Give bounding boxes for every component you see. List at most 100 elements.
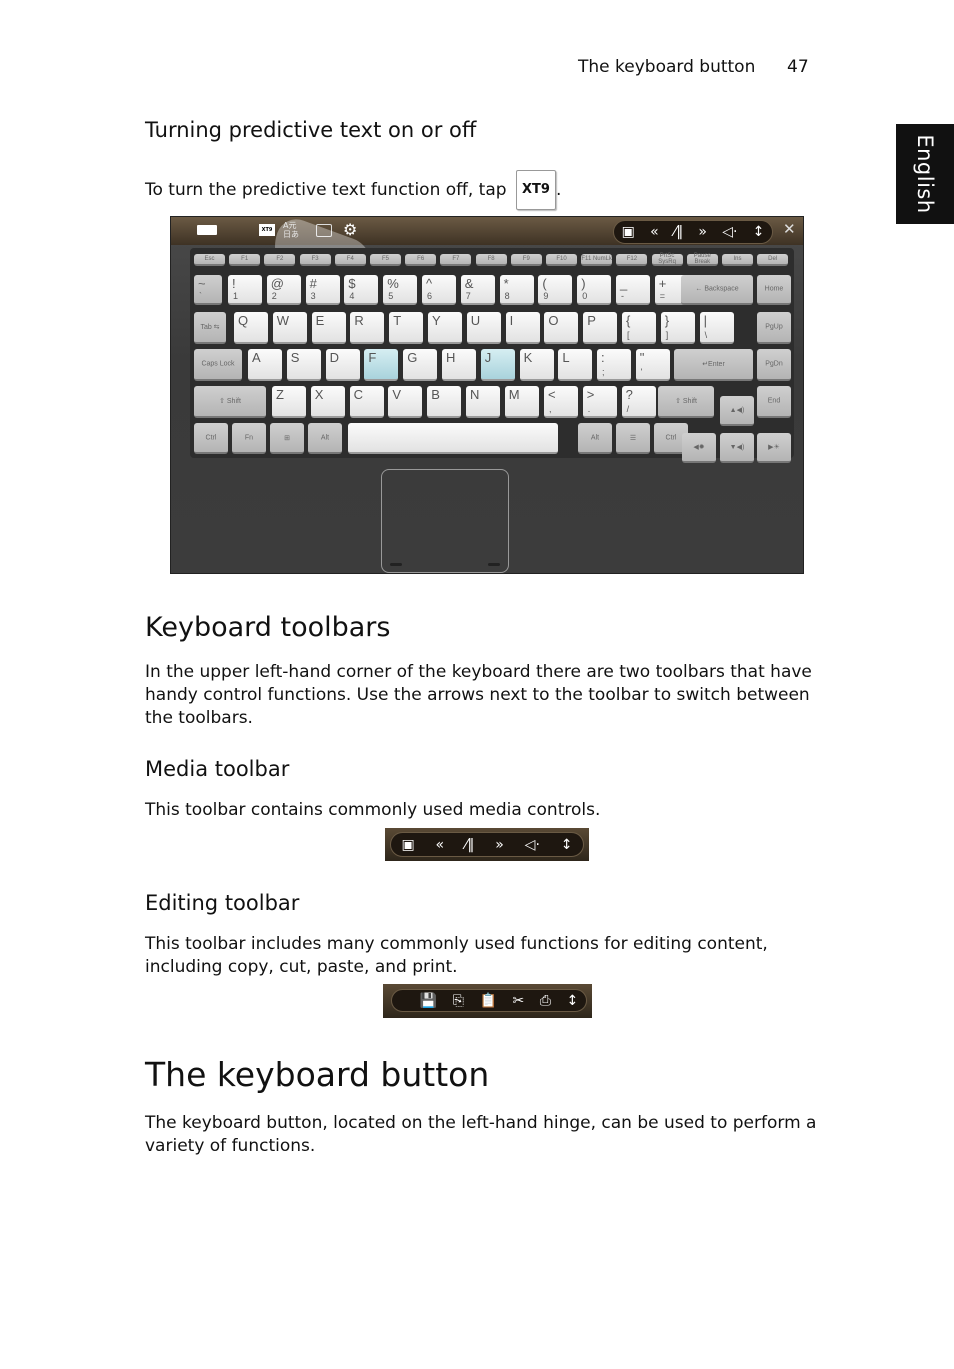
key-f4[interactable]: F4 (334, 254, 366, 266)
key-'[interactable]: " ' (635, 349, 670, 381)
key-ins[interactable]: Ins (722, 254, 753, 266)
key-r[interactable]: R (350, 312, 385, 344)
key-[[interactable]: {[ (622, 312, 656, 344)
key-f8[interactable]: F8 (475, 254, 507, 266)
key-tab[interactable]: Tab ⇆ (194, 312, 226, 344)
xt9-toggle-icon[interactable]: XT9 (259, 224, 275, 236)
key-9[interactable]: (9 (538, 275, 573, 305)
key-f6[interactable]: F6 (405, 254, 437, 266)
key-shift-right[interactable]: ⇧ Shift (658, 386, 714, 418)
key-z[interactable]: Z (272, 386, 306, 418)
key-alt-right[interactable]: Alt (578, 423, 612, 454)
key-enter[interactable]: ↵Enter (674, 349, 753, 381)
key-\[interactable]: | \ (699, 312, 734, 344)
key-shift-left[interactable]: ⇧ Shift (194, 386, 266, 418)
key-menu[interactable]: ☰ (616, 423, 650, 454)
key-t[interactable]: T (389, 312, 424, 344)
key-up[interactable]: ▲◀) (720, 396, 754, 426)
toolbar-switch-arrows-icon: ↕ (560, 836, 573, 853)
key-v[interactable]: V (388, 386, 423, 418)
key-0[interactable]: ) 0 (577, 275, 612, 305)
key-4[interactable]: $4 (344, 275, 379, 305)
key-windows[interactable]: ⊞ (270, 423, 304, 454)
key-5-label: % (387, 276, 399, 291)
key-f2[interactable]: F2 (264, 254, 296, 266)
close-icon[interactable]: ✕ (783, 220, 796, 238)
key-pause[interactable]: Pause Break (686, 253, 718, 266)
key-g[interactable]: G (403, 349, 438, 381)
key-c[interactable]: C (349, 386, 384, 418)
toolbar-switch-arrows-icon[interactable]: ↕ (753, 224, 765, 240)
key-7[interactable]: & 7 (460, 275, 495, 305)
key-home[interactable]: Home (757, 275, 791, 305)
key-2[interactable]: @2 (266, 275, 301, 305)
key-f7[interactable]: F7 (440, 254, 472, 266)
key-f12[interactable]: F12 (616, 254, 648, 266)
key-5[interactable]: % 5 (383, 275, 418, 305)
key-a[interactable]: A (248, 349, 282, 381)
key-j[interactable]: J (480, 349, 515, 381)
key-n[interactable]: N (466, 386, 500, 418)
volume-icon[interactable]: ◁· (722, 224, 737, 240)
key-end[interactable]: End (757, 386, 791, 418)
key-f9[interactable]: F9 (510, 254, 542, 266)
key-u[interactable]: U (466, 312, 501, 344)
key-f11[interactable]: F11 NumLk (581, 254, 613, 266)
play-pause-icon[interactable]: ⁄‖ (674, 224, 683, 240)
key-left[interactable]: ◀✹ (682, 433, 716, 463)
key-m[interactable]: M (504, 386, 539, 418)
keyboard-icon[interactable] (197, 225, 217, 235)
key-l[interactable]: L (558, 349, 593, 381)
key-q[interactable]: Q (234, 312, 268, 344)
touchpad-right-button[interactable] (488, 563, 500, 566)
key-fn[interactable]: Fn (232, 423, 266, 454)
stop-icon[interactable]: ▣ (622, 224, 635, 240)
key-k[interactable]: K (519, 349, 554, 381)
touchpad-left-button[interactable] (390, 563, 402, 566)
key-tilde[interactable]: ~ ` (194, 275, 222, 305)
key-/[interactable]: ? / (621, 386, 656, 418)
key-right[interactable]: ▶☀ (757, 433, 791, 463)
key-s[interactable]: S (286, 349, 321, 381)
key-f5[interactable]: F5 (370, 254, 401, 266)
key-i[interactable]: I (505, 312, 540, 344)
key-space[interactable] (348, 423, 558, 454)
key-,[interactable]: <, (544, 386, 578, 418)
key-w[interactable]: W (272, 312, 307, 344)
key-del[interactable]: Del (757, 254, 789, 266)
key-o[interactable]: O (544, 312, 579, 344)
key-;[interactable]: :; (597, 349, 631, 381)
key-1[interactable]: ! 1 (228, 275, 262, 305)
key-caps-lock[interactable]: Caps Lock (194, 349, 242, 381)
key-ctrl-left[interactable]: Ctrl (194, 423, 228, 454)
key-down[interactable]: ▼◀) (720, 433, 754, 463)
key-8[interactable]: * 8 (499, 275, 534, 305)
key-p[interactable]: P (583, 312, 618, 344)
touchpad[interactable] (381, 469, 509, 573)
key-backspace[interactable]: ← Backspace (681, 275, 753, 305)
key-alt-left[interactable]: Alt (308, 423, 342, 454)
key-pgdn[interactable]: PgDn (757, 349, 791, 381)
key-h[interactable]: H (442, 349, 476, 381)
key--[interactable]: _ - (616, 275, 650, 305)
next-icon[interactable]: » (698, 224, 707, 240)
key-f1[interactable]: F1 (229, 254, 261, 266)
previous-icon[interactable]: « (650, 224, 659, 240)
key-esc[interactable]: Esc (194, 254, 225, 266)
key-y[interactable]: Y (428, 312, 462, 344)
key-d[interactable]: D (325, 349, 360, 381)
key-f10[interactable]: F10 (546, 254, 577, 266)
key-f3[interactable]: F3 (299, 254, 331, 266)
key-][interactable]: }] (660, 312, 695, 344)
key-b[interactable]: B (427, 386, 462, 418)
key-.[interactable]: >. (582, 386, 617, 418)
key-prtsc[interactable]: PrtSc SysRq (651, 253, 683, 266)
key-6[interactable]: ^ 6 (422, 275, 456, 305)
key-m-label: M (508, 387, 520, 402)
key-[-label: { (626, 313, 631, 328)
key-x[interactable]: X (310, 386, 345, 418)
key-f[interactable]: F (364, 349, 399, 381)
key-3[interactable]: #3 (305, 275, 340, 305)
key-e[interactable]: E (311, 312, 346, 344)
key-pgup[interactable]: PgUp (757, 312, 791, 344)
